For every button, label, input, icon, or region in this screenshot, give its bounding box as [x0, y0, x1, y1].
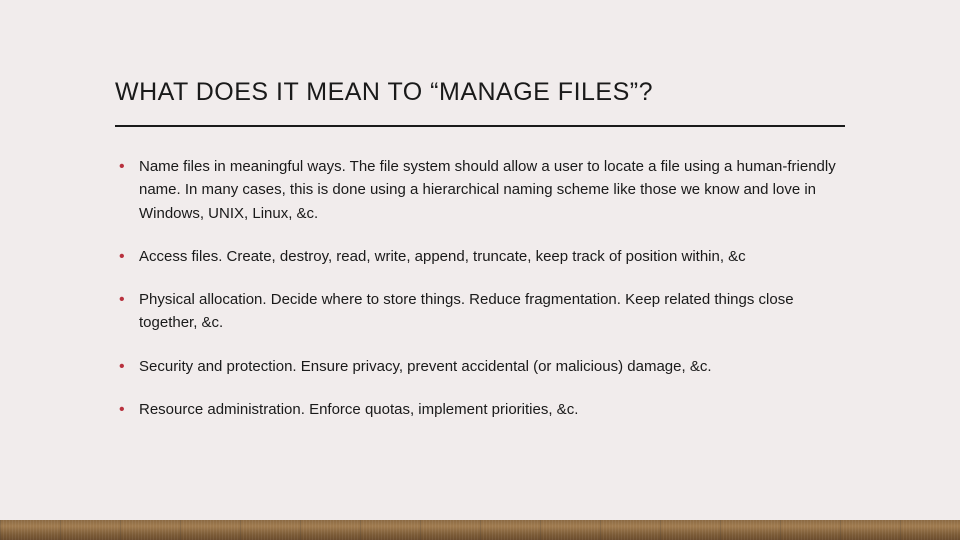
slide-content: WHAT DOES IT MEAN TO “MANAGE FILES”? Nam… [0, 0, 960, 421]
list-item: Resource administration. Enforce quotas,… [115, 398, 845, 421]
bullet-list: Name files in meaningful ways. The file … [115, 155, 845, 421]
slide-title: WHAT DOES IT MEAN TO “MANAGE FILES”? [115, 78, 845, 107]
list-item: Name files in meaningful ways. The file … [115, 155, 845, 225]
list-item: Physical allocation. Decide where to sto… [115, 288, 845, 335]
bottom-wood-border [0, 520, 960, 540]
list-item: Security and protection. Ensure privacy,… [115, 355, 845, 378]
list-item: Access files. Create, destroy, read, wri… [115, 245, 845, 268]
title-underline [115, 125, 845, 127]
